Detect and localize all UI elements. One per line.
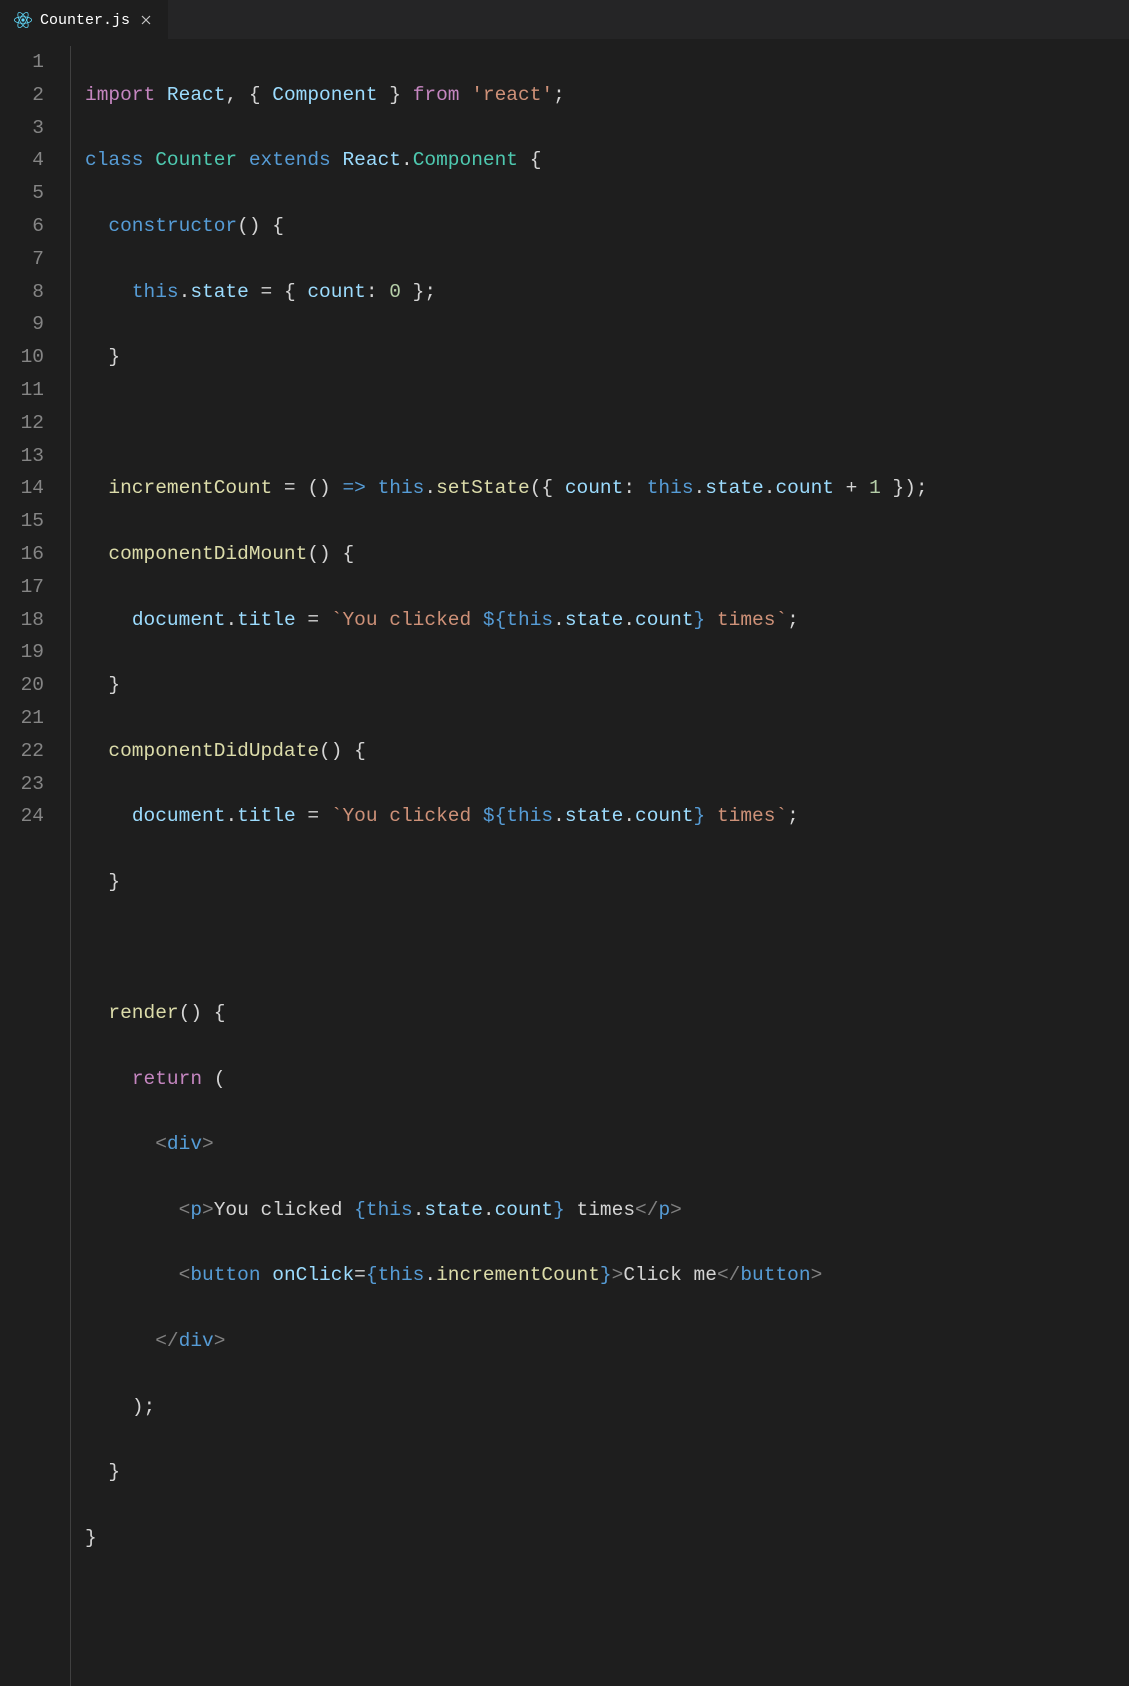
close-icon[interactable] [138,12,154,28]
code-line[interactable]: this.state = { count: 0 }; [85,276,928,309]
line-number: 17 [8,571,44,604]
line-number: 11 [8,374,44,407]
line-number: 6 [8,210,44,243]
code-line[interactable]: } [85,1522,928,1555]
code-line[interactable]: } [85,341,928,374]
code-content[interactable]: import React, { Component } from 'react'… [70,46,928,1686]
code-line[interactable]: return ( [85,1063,928,1096]
code-line[interactable]: render() { [85,997,928,1030]
code-line[interactable]: componentDidUpdate() { [85,735,928,768]
code-line[interactable]: <div> [85,1128,928,1161]
code-line[interactable]: incrementCount = () => this.setState({ c… [85,472,928,505]
line-number: 20 [8,669,44,702]
line-number: 19 [8,636,44,669]
line-number: 5 [8,177,44,210]
code-line[interactable]: componentDidMount() { [85,538,928,571]
code-line[interactable]: ); [85,1391,928,1424]
code-line[interactable]: } [85,866,928,899]
editor-tabs: Counter.js [0,0,1129,40]
code-line[interactable]: document.title = `You clicked ${this.sta… [85,800,928,833]
code-line[interactable]: } [85,669,928,702]
code-line[interactable]: } [85,1456,928,1489]
line-number: 12 [8,407,44,440]
line-number: 7 [8,243,44,276]
line-number: 23 [8,768,44,801]
react-icon [14,11,32,29]
line-number: 1 [8,46,44,79]
line-number: 3 [8,112,44,145]
line-number: 18 [8,604,44,637]
code-line[interactable]: </div> [85,1325,928,1358]
code-line[interactable]: class Counter extends React.Component { [85,144,928,177]
code-line[interactable]: import React, { Component } from 'react'… [85,79,928,112]
line-number: 14 [8,472,44,505]
tab-counter-js[interactable]: Counter.js [0,0,168,39]
line-number: 9 [8,308,44,341]
line-number: 2 [8,79,44,112]
code-line[interactable] [85,932,928,965]
code-line[interactable] [85,407,928,440]
line-number: 8 [8,276,44,309]
line-number: 21 [8,702,44,735]
line-number-gutter: 1 2 3 4 5 6 7 8 9 10 11 12 13 14 15 16 1… [0,46,70,1686]
line-number: 16 [8,538,44,571]
code-line[interactable]: constructor() { [85,210,928,243]
code-line[interactable]: <p>You clicked {this.state.count} times<… [85,1194,928,1227]
line-number: 22 [8,735,44,768]
line-number: 15 [8,505,44,538]
line-number: 4 [8,144,44,177]
code-line[interactable]: <button onClick={this.incrementCount}>Cl… [85,1259,928,1292]
tab-filename: Counter.js [40,12,130,29]
line-number: 10 [8,341,44,374]
code-line[interactable] [85,1587,928,1620]
line-number: 13 [8,440,44,473]
code-editor[interactable]: 1 2 3 4 5 6 7 8 9 10 11 12 13 14 15 16 1… [0,40,1129,1686]
line-number: 24 [8,800,44,833]
code-line[interactable]: document.title = `You clicked ${this.sta… [85,604,928,637]
